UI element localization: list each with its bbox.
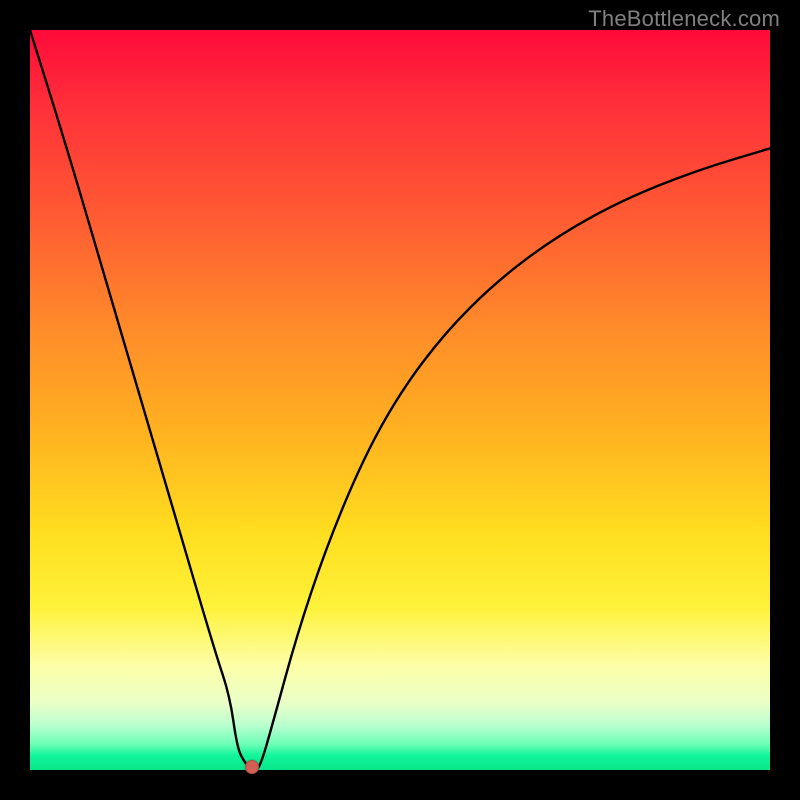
bottleneck-curve bbox=[30, 30, 770, 770]
watermark-text: TheBottleneck.com bbox=[588, 6, 780, 32]
chart-frame: TheBottleneck.com bbox=[0, 0, 800, 800]
plot-area bbox=[30, 30, 770, 770]
min-marker bbox=[245, 760, 259, 774]
